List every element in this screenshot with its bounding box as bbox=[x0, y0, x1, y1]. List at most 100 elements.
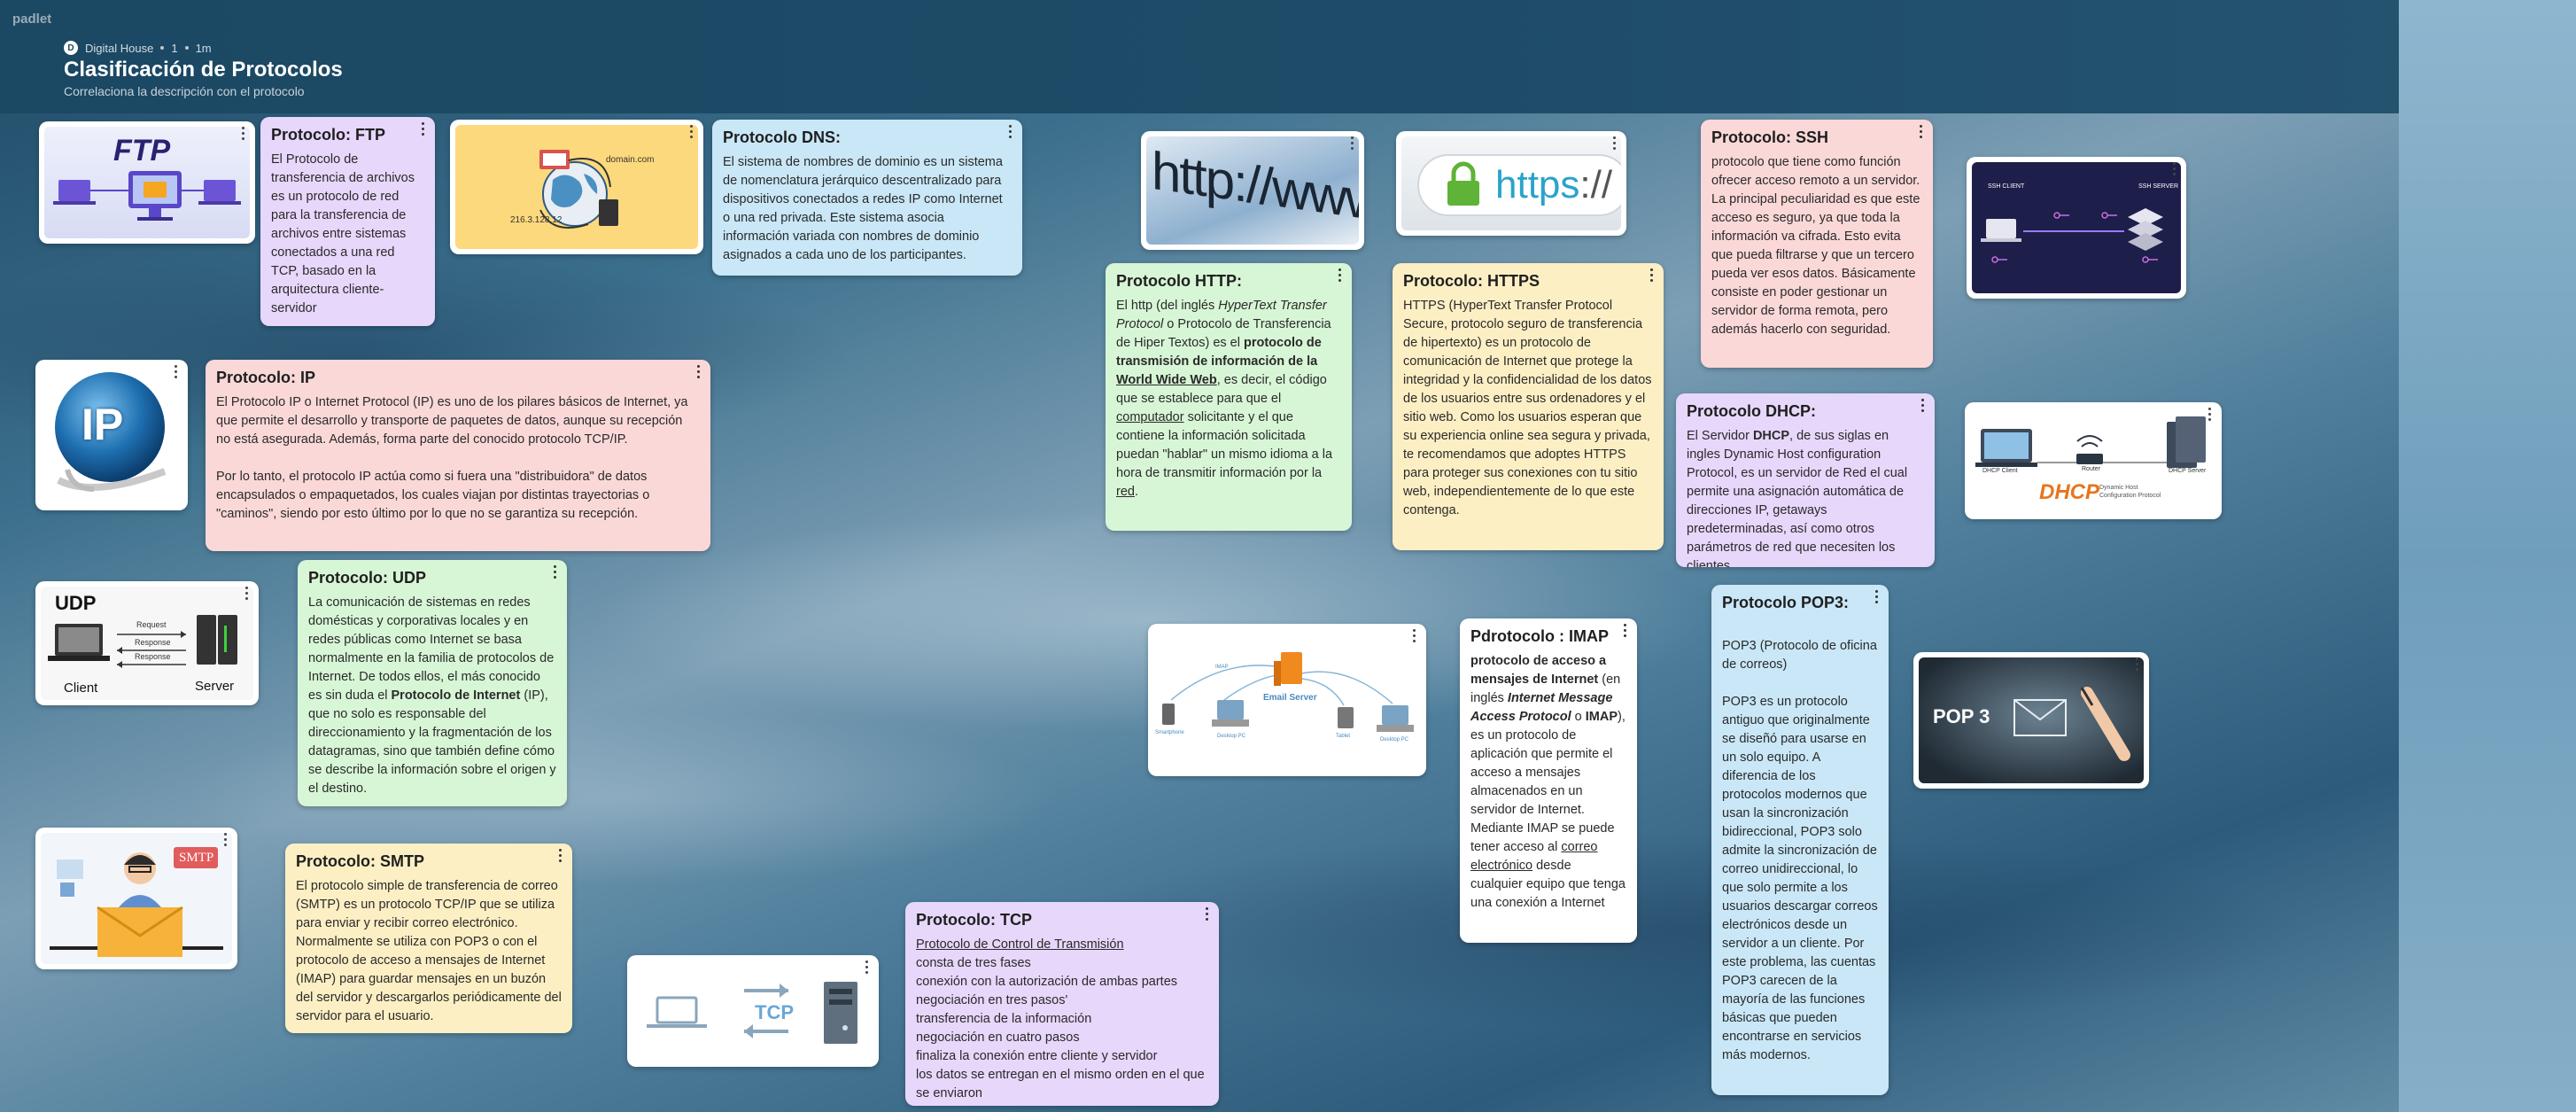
post-card-ssh[interactable]: Protocolo: SSH protocolo que tiene como … bbox=[1701, 120, 1933, 368]
post-menu-icon[interactable] bbox=[236, 125, 250, 141]
post-image-https[interactable]: https:// bbox=[1396, 131, 1626, 236]
post-menu-icon[interactable] bbox=[1915, 397, 1929, 413]
post-card-http[interactable]: Protocolo HTTP: El http (del inglés Hype… bbox=[1106, 263, 1352, 531]
post-menu-icon[interactable] bbox=[691, 363, 705, 379]
imap-server-label: Email Server bbox=[1263, 693, 1317, 703]
post-text: El Servidor DHCP, de sus siglas en ingle… bbox=[1687, 429, 1908, 567]
post-title: Pdrotocolo : IMAP bbox=[1470, 627, 1609, 645]
dhcp-router-label: Router bbox=[2082, 466, 2101, 472]
post-text: El Protocolo de transferencia de archivo… bbox=[271, 152, 415, 315]
link-computador[interactable]: computador bbox=[1116, 410, 1184, 424]
post-menu-icon[interactable] bbox=[2130, 656, 2144, 672]
post-card-udp[interactable]: Protocolo: UDP La comunicación de sistem… bbox=[298, 560, 567, 806]
dns-domain-label: domain.com bbox=[606, 155, 655, 165]
post-card-ftp[interactable]: Protocolo: FTP El Protocolo de transfere… bbox=[260, 117, 435, 326]
post-line: finaliza la conexión entre cliente y ser… bbox=[916, 1049, 1158, 1063]
lock-icon bbox=[1447, 161, 1479, 206]
post-card-https[interactable]: Protocolo: HTTPS HTTPS (HyperText Transf… bbox=[1393, 263, 1664, 550]
post-card-dns[interactable]: Protocolo DNS: El sistema de nombres de … bbox=[712, 120, 1022, 276]
post-menu-icon[interactable] bbox=[2202, 406, 2216, 422]
post-menu-icon[interactable] bbox=[1618, 622, 1632, 638]
post-title: Protocolo: TCP bbox=[916, 911, 1032, 929]
post-image-udp[interactable]: UDP Request Response Response Client Ser… bbox=[35, 581, 259, 705]
dns-ip-label: 216.3.128.12 bbox=[510, 215, 563, 225]
post-image-tcp[interactable]: TCP bbox=[627, 955, 879, 1067]
post-line: conexión con la autorización de ambas pa… bbox=[916, 975, 1178, 989]
post-menu-icon[interactable] bbox=[168, 363, 182, 379]
post-image-imap[interactable]: Email Server IMAP Smartphone Desktop PC … bbox=[1148, 624, 1426, 776]
post-text: El sistema de nombres de dominio es un s… bbox=[723, 155, 1003, 262]
post-menu-icon[interactable] bbox=[218, 831, 232, 847]
post-menu-icon[interactable] bbox=[1003, 123, 1017, 139]
udp-response-label-2: Response bbox=[135, 652, 171, 661]
post-title: Protocolo: SSH bbox=[1711, 128, 1829, 146]
post-image-ftp[interactable]: FTP bbox=[39, 121, 255, 244]
post-image-dns[interactable]: domain.com 216.3.128.12 bbox=[450, 120, 703, 254]
post-image-pop3[interactable]: POP 3 bbox=[1913, 652, 2149, 789]
board-time: 1m bbox=[195, 41, 212, 55]
udp-title: UDP bbox=[55, 592, 97, 614]
post-card-dhcp[interactable]: Protocolo DHCP: El Servidor DHCP, de sus… bbox=[1676, 393, 1935, 567]
dhcp-logo-text: DHCP bbox=[2039, 480, 2100, 504]
post-image-ip[interactable]: IP bbox=[35, 360, 188, 510]
imap-device-2: Desktop PC bbox=[1217, 734, 1246, 739]
author-name[interactable]: Digital House bbox=[85, 42, 153, 55]
post-title: Protocolo: FTP bbox=[271, 126, 385, 144]
post-menu-icon[interactable] bbox=[859, 959, 873, 975]
post-text: El protocolo simple de transferencia de … bbox=[296, 879, 562, 1023]
http-url-text: http://www bbox=[1152, 140, 1359, 233]
page-subtitle: Correlaciona la descripción con el proto… bbox=[64, 84, 305, 98]
https-separator: :// bbox=[1579, 163, 1613, 206]
post-menu-icon[interactable] bbox=[1199, 906, 1214, 921]
post-menu-icon[interactable] bbox=[239, 585, 253, 601]
ftp-label: FTP bbox=[113, 134, 171, 167]
ip-label: IP bbox=[81, 400, 124, 449]
post-image-ssh[interactable]: SSH CLIENT SSH SERVER bbox=[1967, 157, 2186, 299]
post-line: transferencia de la información bbox=[916, 1012, 1092, 1026]
dhcp-client-label: DHCP Client bbox=[1982, 468, 2018, 474]
link-red[interactable]: red bbox=[1116, 485, 1135, 499]
post-menu-icon[interactable] bbox=[1913, 123, 1928, 139]
post-menu-icon[interactable] bbox=[1644, 267, 1658, 283]
post-card-tcp[interactable]: Protocolo: TCP Protocolo de Control de T… bbox=[905, 902, 1219, 1106]
post-title: Protocolo POP3: bbox=[1722, 594, 1850, 611]
post-menu-icon[interactable] bbox=[2167, 160, 2181, 176]
board-header: padlet D Digital House 1 1m Clasificació… bbox=[0, 0, 2399, 113]
post-menu-icon[interactable] bbox=[553, 847, 567, 863]
post-menu-icon[interactable] bbox=[1407, 627, 1421, 643]
post-title: Protocolo: HTTPS bbox=[1403, 272, 1540, 290]
post-menu-icon[interactable] bbox=[1345, 135, 1359, 151]
dns-illustration bbox=[539, 150, 618, 229]
post-menu-icon[interactable] bbox=[547, 564, 562, 579]
post-text-2: Por lo tanto, el protocolo IP actúa como… bbox=[216, 470, 650, 521]
udp-response-label-1: Response bbox=[135, 638, 171, 647]
link-world-wide-web[interactable]: World Wide Web bbox=[1116, 373, 1217, 387]
post-menu-icon[interactable] bbox=[1869, 588, 1883, 604]
post-card-imap[interactable]: Pdrotocolo : IMAP protocolo de acceso a … bbox=[1460, 618, 1637, 943]
post-menu-icon[interactable] bbox=[684, 123, 698, 139]
post-menu-icon[interactable] bbox=[1607, 135, 1621, 151]
post-text-1: POP3 (Protocolo de oficina de correos) bbox=[1722, 639, 1877, 672]
post-title: Protocolo DNS: bbox=[723, 128, 841, 146]
link-tcp-definition[interactable]: Protocolo de Control de Transmisión bbox=[916, 936, 1208, 954]
post-menu-icon[interactable] bbox=[415, 121, 430, 136]
post-card-pop3[interactable]: Protocolo POP3: POP3 (Protocolo de ofici… bbox=[1711, 585, 1889, 1095]
post-line: los datos se entregan en el mismo orden … bbox=[916, 1068, 1205, 1100]
ssh-client-label: SSH CLIENT bbox=[1988, 183, 2025, 190]
padlet-logo[interactable]: padlet bbox=[12, 12, 51, 27]
post-line: negociación en tres pasos' bbox=[916, 993, 1068, 1007]
post-title: Protocolo DHCP: bbox=[1687, 402, 1816, 420]
post-image-smtp[interactable]: SMTP bbox=[35, 828, 237, 969]
post-image-dhcp[interactable]: DHCP Client Router DHCP Server DHCP Dyna… bbox=[1965, 402, 2222, 519]
dhcp-caption: Dynamic Host Configuration Protocol bbox=[2099, 485, 2161, 499]
smtp-label: SMTP bbox=[179, 851, 214, 865]
post-line: negociación en cuatro pasos bbox=[916, 1030, 1080, 1045]
post-count: 1 bbox=[171, 41, 178, 55]
post-title: Protocolo: SMTP bbox=[296, 852, 424, 870]
post-card-ip[interactable]: Protocolo: IP El Protocolo IP o Internet… bbox=[206, 360, 710, 551]
post-card-smtp[interactable]: Protocolo: SMTP El protocolo simple de t… bbox=[285, 844, 572, 1033]
author-avatar[interactable]: D bbox=[64, 41, 78, 55]
ssh-illustration bbox=[1981, 208, 2163, 263]
post-menu-icon[interactable] bbox=[1332, 267, 1346, 283]
post-image-http[interactable]: http://www bbox=[1141, 131, 1364, 250]
